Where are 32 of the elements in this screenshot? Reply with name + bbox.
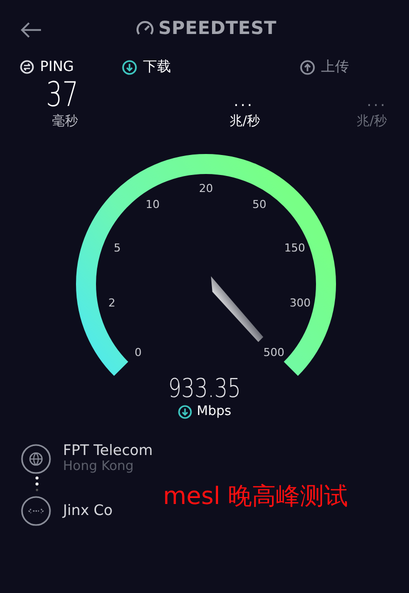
download-icon (178, 404, 192, 418)
app-title: SPEEDTEST (158, 18, 277, 38)
metric-label: PING (40, 59, 74, 75)
connector-dots (35, 476, 39, 492)
server-location: Hong Kong (63, 459, 135, 474)
metric-label: 上传 (321, 58, 349, 76)
speed-reading: 933.35 (168, 374, 241, 404)
globe-icon[interactable] (21, 444, 51, 474)
back-arrow-icon[interactable] (20, 22, 42, 38)
speed-unit: Mbps (196, 404, 232, 419)
metric-label: 下载 (143, 58, 171, 76)
scale-label: 2 (108, 296, 116, 310)
annotation-text: mesl 晚高峰测试 (163, 481, 348, 512)
metric-value: 37 (46, 78, 80, 112)
scale-label: 300 (290, 296, 311, 310)
gauge-icon (136, 19, 154, 37)
server-name: FPT Telecom (63, 443, 153, 459)
server-icon[interactable] (21, 496, 51, 526)
metric-unit: 兆/秒 (230, 113, 260, 130)
metric-value: ... (366, 91, 387, 112)
scale-label: 5 (114, 241, 121, 254)
metric-unit: 兆/秒 (356, 113, 387, 130)
scale-label: 20 (199, 182, 213, 195)
scale-label: 150 (284, 241, 306, 254)
scale-label: 0 (134, 346, 142, 359)
server-name: Jinx Co (63, 503, 113, 519)
metric-value: ... (234, 91, 254, 112)
scale-label: 500 (263, 346, 284, 359)
metric-unit: 毫秒 (52, 113, 79, 130)
scale-label: 50 (252, 198, 266, 212)
gauge-needle (210, 276, 264, 342)
scale-label: 10 (146, 198, 160, 212)
